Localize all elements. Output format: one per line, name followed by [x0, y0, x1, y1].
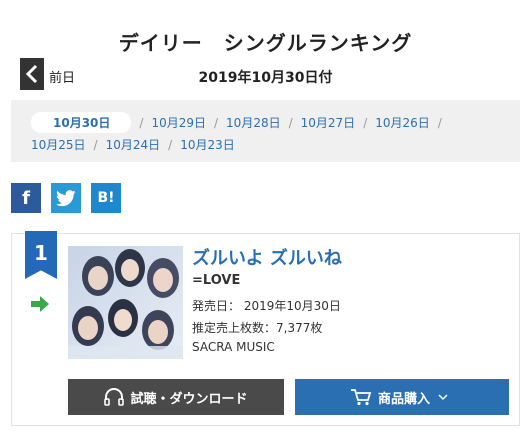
- previous-day-button[interactable]: [20, 58, 44, 90]
- facebook-share-button[interactable]: f: [11, 183, 41, 213]
- ranking-entry-card: 1 ズルいよ ズルいね =LOVE 発売日： 2019年10月30日 推定売上枚…: [11, 231, 520, 426]
- purchase-button[interactable]: 商品購入: [295, 379, 509, 415]
- facebook-icon: f: [22, 187, 30, 209]
- shopping-cart-icon: [350, 389, 372, 406]
- date-tab-active[interactable]: 10月30日: [31, 112, 132, 133]
- date-tab[interactable]: 10月28日: [226, 116, 281, 130]
- song-title-link[interactable]: ズルいよ ズルいね: [192, 244, 342, 270]
- hatena-icon: B!: [97, 190, 115, 206]
- date-tab[interactable]: 10月24日: [106, 138, 161, 152]
- rank-number: 1: [34, 241, 48, 265]
- hatena-bookmark-button[interactable]: B!: [91, 183, 121, 213]
- previous-day-label[interactable]: 前日: [49, 67, 75, 86]
- date-nav-row-2: 10月25日/10月24日/10月23日: [31, 138, 235, 152]
- chevron-down-icon: [438, 393, 448, 400]
- date-tab[interactable]: 10月27日: [301, 116, 356, 130]
- arrow-right-up-trend-icon: [31, 296, 49, 312]
- twitter-share-button[interactable]: [51, 183, 81, 213]
- rank-badge: 1: [25, 231, 57, 279]
- date-tab[interactable]: 10月25日: [31, 138, 86, 152]
- estimated-sales: 推定売上枚数：7,377枚: [192, 321, 323, 335]
- headphones-icon: [104, 388, 125, 406]
- record-label: SACRA MUSIC: [192, 340, 275, 354]
- page-title: デイリー シングルランキング: [118, 31, 413, 55]
- ranking-header: デイリー シングルランキング 2019年10月30日付 前日 10月30日/10…: [11, 11, 520, 162]
- listen-download-button[interactable]: 試聴・ダウンロード: [68, 379, 284, 415]
- date-tab[interactable]: 10月23日: [180, 138, 235, 152]
- twitter-bird-icon: [56, 189, 76, 206]
- date-tab[interactable]: 10月29日: [151, 116, 206, 130]
- date-nav-row-1: 10月30日/10月29日/10月28日/10月27日/10月26日 /: [31, 112, 450, 133]
- header-title-area: デイリー シングルランキング 2019年10月30日付: [11, 11, 520, 100]
- release-date: 発売日： 2019年10月30日: [192, 299, 341, 313]
- download-label: 試聴・ダウンロード: [130, 391, 248, 407]
- artist-name: =LOVE: [192, 273, 241, 288]
- date-tab[interactable]: 10月26日: [375, 116, 430, 130]
- chevron-left-icon: [26, 65, 38, 83]
- purchase-label: 商品購入: [377, 391, 430, 407]
- ranking-date: 2019年10月30日付: [198, 70, 333, 86]
- cover-artwork: [68, 246, 183, 359]
- album-cover-image[interactable]: [68, 246, 183, 359]
